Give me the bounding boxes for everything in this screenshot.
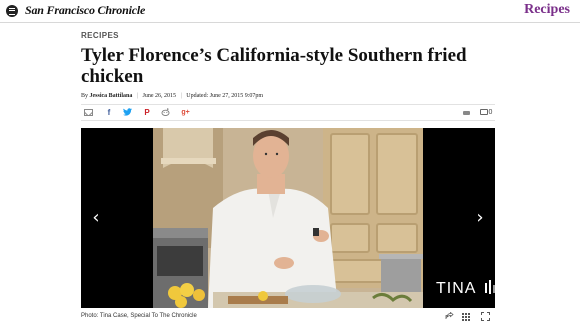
reddit-icon[interactable] (161, 108, 170, 117)
pinterest-icon[interactable]: P (143, 108, 151, 117)
published-date: June 26, 2015 (142, 93, 177, 99)
email-icon[interactable] (84, 108, 93, 117)
facebook-icon[interactable]: f (105, 108, 113, 117)
watermark-mark-icon (485, 280, 495, 294)
fullscreen-icon[interactable] (481, 312, 490, 322)
google-plus-icon[interactable]: g+ (181, 108, 190, 117)
gallery-next-button[interactable]: › (471, 203, 489, 233)
photo-gallery: ‹ › TINA (81, 128, 495, 308)
site-logo[interactable]: San Francisco Chronicle (25, 3, 145, 18)
watermark-text: TINA (436, 280, 476, 297)
menu-icon[interactable] (6, 5, 18, 17)
comment-count: 0 (488, 109, 493, 116)
twitter-icon[interactable] (123, 108, 132, 117)
comment-icon (479, 109, 488, 116)
share-icon[interactable] (445, 311, 454, 322)
byline-prefix: By (81, 93, 89, 99)
gallery-prev-button[interactable]: ‹ (87, 203, 105, 233)
print-icon[interactable] (463, 108, 472, 117)
byline-separator: | (180, 93, 182, 99)
byline: By Jessica Battilana | June 26, 2015 | U… (81, 93, 263, 99)
header-divider (0, 22, 580, 23)
author-link[interactable]: Jessica Battilana (90, 93, 133, 99)
article-kicker[interactable]: RECIPES (81, 31, 119, 40)
article-title: Tyler Florence’s California-style Southe… (81, 45, 467, 87)
chef-photo-illustration (153, 128, 423, 308)
grid-icon[interactable] (462, 312, 470, 322)
photo-caption: Photo: Tina Case, Special To The Chronic… (81, 313, 197, 319)
share-bar: f P g+ 0 (81, 104, 495, 121)
byline-separator: | (136, 93, 139, 99)
section-title[interactable]: Recipes (524, 2, 570, 18)
top-bar: San Francisco Chronicle Recipes (0, 0, 580, 22)
gallery-photo[interactable] (153, 128, 423, 308)
photo-watermark: TINA (436, 280, 495, 298)
updated-date: Updated: June 27, 2015 9:07pm (186, 93, 264, 99)
comment-button[interactable]: 0 (478, 108, 494, 117)
